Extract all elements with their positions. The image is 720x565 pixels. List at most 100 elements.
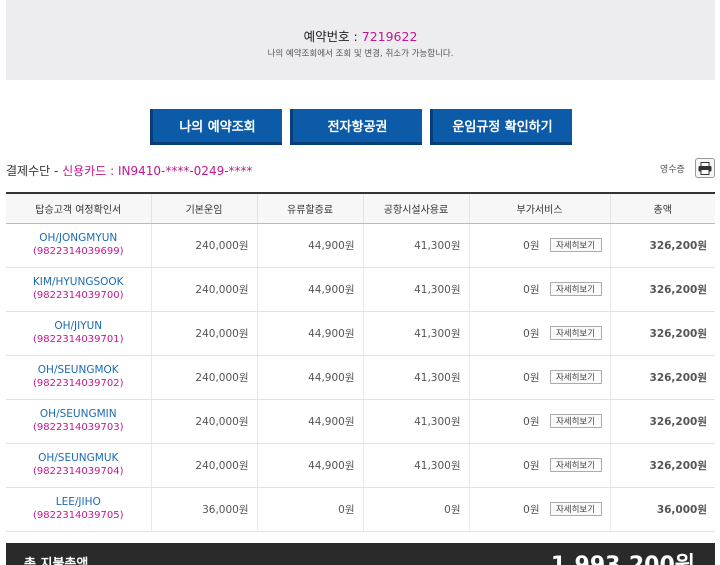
- detail-view-button[interactable]: 자세히보기: [549, 326, 602, 340]
- base-fare-cell: 240,000원: [150, 399, 257, 444]
- addon-cell: 0원 자세히보기: [468, 487, 610, 532]
- table-row: OH/JIYUN (9822314039701) 240,000원 44,900원 41…: [6, 311, 715, 356]
- airport-fee-cell: 41,300원: [362, 223, 469, 268]
- ticket-number: (9822314039703): [32, 422, 124, 433]
- passenger-cell: OH/SEUNGMUK (9822314039704): [6, 443, 151, 488]
- passenger-cell: OH/JIYUN (9822314039701): [6, 311, 151, 356]
- passenger-name-link[interactable]: OH/SEUNGMIN: [6, 407, 151, 421]
- total-cell: 326,200원: [609, 443, 715, 488]
- addon-amount: 0원: [523, 283, 540, 296]
- payment-label: 결제수단 -: [6, 164, 63, 178]
- fuel-surcharge-cell: 44,900원: [256, 267, 363, 312]
- addon-cell: 0원 자세히보기: [468, 443, 610, 488]
- detail-view-button[interactable]: 자세히보기: [549, 370, 602, 384]
- addon-amount: 0원: [523, 239, 540, 252]
- airport-fee-cell: 0원: [362, 487, 469, 532]
- ticket-number: (9822314039699): [32, 246, 124, 257]
- airport-fee-cell: 41,300원: [362, 355, 469, 400]
- booking-number: 7219622: [361, 29, 418, 44]
- addon-amount: 0원: [523, 415, 540, 428]
- detail-view-button[interactable]: 자세히보기: [549, 238, 602, 252]
- base-fare-cell: 240,000원: [150, 223, 257, 268]
- total-cell: 326,200원: [609, 267, 715, 312]
- base-fare-cell: 240,000원: [150, 355, 257, 400]
- total-cell: 326,200원: [609, 399, 715, 444]
- detail-view-button[interactable]: 자세히보기: [549, 282, 602, 296]
- fuel-surcharge-cell: 44,900원: [256, 355, 363, 400]
- payment-method: 결제수단 - 신용카드 : IN9410-****-0249-****: [6, 162, 253, 179]
- total-cell: 326,200원: [609, 223, 715, 268]
- table-row: OH/SEUNGMIN (9822314039703) 240,000원 44,900…: [6, 399, 715, 444]
- fuel-surcharge-cell: 44,900원: [256, 443, 363, 488]
- booking-info-box: 예약번호 : 7219622 나의 예약조회에서 조회 및 변경, 취소가 가능…: [6, 0, 715, 80]
- passenger-cell: OH/SEUNGMIN (9822314039703): [6, 399, 151, 444]
- addon-cell: 0원 자세히보기: [468, 223, 610, 268]
- detail-view-button[interactable]: 자세히보기: [549, 414, 602, 428]
- grand-total-label: 총 지불총액: [24, 557, 89, 565]
- col-addon-service: 부가서비스: [468, 192, 610, 224]
- col-base-fare: 기본운임: [150, 192, 257, 224]
- e-ticket-button[interactable]: 전자항공권: [290, 109, 422, 145]
- fuel-surcharge-cell: 0원: [256, 487, 363, 532]
- base-fare-cell: 240,000원: [150, 267, 257, 312]
- table-header-row: 탑승고객 여정확인서 기본운임 유류할증료 공항시설사용료 부가서비스 총액: [6, 192, 715, 224]
- passenger-name-link[interactable]: OH/SEUNGMUK: [6, 451, 151, 465]
- addon-amount: 0원: [523, 459, 540, 472]
- col-total: 총액: [609, 192, 715, 224]
- passenger-cell: KIM/HYUNGSOOK (9822314039700): [6, 267, 151, 312]
- col-fuel-surcharge: 유류할증료: [256, 192, 363, 224]
- total-cell: 326,200원: [609, 355, 715, 400]
- col-passenger: 탑승고객 여정확인서: [6, 192, 151, 224]
- passenger-name-link[interactable]: OH/JIYUN: [6, 319, 151, 333]
- airport-fee-cell: 41,300원: [362, 443, 469, 488]
- payment-card: 신용카드 : IN9410-****-0249-****: [62, 164, 253, 178]
- addon-amount: 0원: [523, 503, 540, 516]
- addon-cell: 0원 자세히보기: [468, 267, 610, 312]
- fuel-surcharge-cell: 44,900원: [256, 223, 363, 268]
- booking-number-label: 예약번호 :: [303, 29, 362, 44]
- detail-view-button[interactable]: 자세히보기: [549, 458, 602, 472]
- total-cell: 326,200원: [609, 311, 715, 356]
- fuel-surcharge-cell: 44,900원: [256, 399, 363, 444]
- passenger-name-link[interactable]: KIM/HYUNGSOOK: [6, 275, 151, 289]
- fare-table: 탑승고객 여정확인서 기본운임 유류할증료 공항시설사용료 부가서비스 총액 O…: [6, 192, 715, 532]
- airport-fee-cell: 41,300원: [362, 399, 469, 444]
- ticket-number: (9822314039700): [32, 290, 124, 301]
- passenger-name-link[interactable]: OH/JONGMYUN: [6, 231, 151, 245]
- base-fare-cell: 240,000원: [150, 443, 257, 488]
- fuel-surcharge-cell: 44,900원: [256, 311, 363, 356]
- addon-cell: 0원 자세히보기: [468, 399, 610, 444]
- addon-cell: 0원 자세히보기: [468, 355, 610, 400]
- printer-icon[interactable]: [695, 158, 715, 178]
- total-cell: 36,000원: [609, 487, 715, 532]
- airport-fee-cell: 41,300원: [362, 267, 469, 312]
- passenger-name-link[interactable]: OH/SEUNGMOK: [6, 363, 151, 377]
- table-row: OH/SEUNGMOK (9822314039702) 240,000원 44,900…: [6, 355, 715, 400]
- passenger-cell: LEE/JIHO (9822314039705): [6, 487, 151, 532]
- passenger-name-link[interactable]: LEE/JIHO: [6, 495, 151, 509]
- airport-fee-cell: 41,300원: [362, 311, 469, 356]
- addon-amount: 0원: [523, 371, 540, 384]
- fare-rules-button[interactable]: 운임규정 확인하기: [430, 109, 572, 145]
- base-fare-cell: 240,000원: [150, 311, 257, 356]
- addon-cell: 0원 자세히보기: [468, 311, 610, 356]
- table-row: OH/JONGMYUN (9822314039699) 240,000원 44,900…: [6, 223, 715, 268]
- table-row: LEE/JIHO (9822314039705) 36,000원 0원 0원 0원 자세히보…: [6, 487, 715, 532]
- ticket-number: (9822314039701): [32, 334, 124, 345]
- ticket-number: (9822314039705): [32, 510, 124, 521]
- ticket-number: (9822314039702): [32, 378, 124, 389]
- passenger-cell: OH/SEUNGMOK (9822314039702): [6, 355, 151, 400]
- col-airport-fee: 공항시설사용료: [362, 192, 469, 224]
- booking-note: 나의 예약조회에서 조회 및 변경, 취소가 가능합니다.: [267, 49, 454, 59]
- my-booking-button[interactable]: 나의 예약조회: [150, 109, 282, 145]
- table-row: KIM/HYUNGSOOK (9822314039700) 240,000원 44,9…: [6, 267, 715, 312]
- grand-total-bar: 총 지불총액 1,993,200원: [6, 543, 715, 565]
- addon-amount: 0원: [523, 327, 540, 340]
- ticket-number: (9822314039704): [32, 466, 124, 477]
- base-fare-cell: 36,000원: [150, 487, 257, 532]
- detail-view-button[interactable]: 자세히보기: [549, 502, 602, 516]
- booking-number-line: 예약번호 : 7219622: [6, 26, 715, 45]
- receipt-label: 영수증: [660, 165, 685, 175]
- passenger-cell: OH/JONGMYUN (9822314039699): [6, 223, 151, 268]
- table-row: OH/SEUNGMUK (9822314039704) 240,000원 44,900…: [6, 443, 715, 488]
